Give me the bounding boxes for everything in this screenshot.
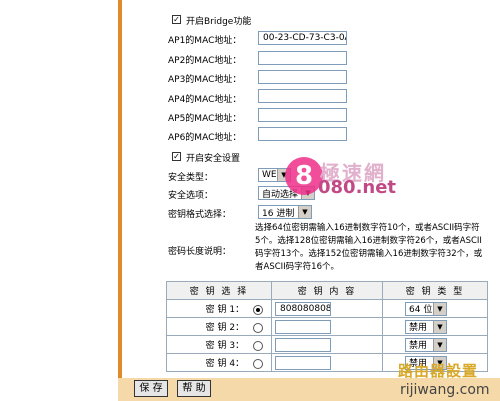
ap5-mac-label: AP5的MAC地址： bbox=[168, 114, 242, 124]
ap2-mac-label: AP2的MAC地址： bbox=[168, 56, 242, 66]
column-header-key-type: 密 钥 类 型 bbox=[382, 281, 488, 300]
key1-content-input[interactable]: 8080808080 bbox=[275, 301, 331, 316]
ap2-mac-input[interactable] bbox=[258, 51, 347, 65]
key1-label: 密 钥 1： bbox=[205, 305, 245, 315]
key-format-label: 密钥格式选择： bbox=[168, 210, 232, 220]
left-blank-area bbox=[0, 0, 118, 401]
ap5-mac-input[interactable] bbox=[258, 108, 347, 122]
key-length-label: 密码长度说明： bbox=[168, 247, 232, 257]
wep-keys-table: 密 钥 选 择 密 钥 内 容 密 钥 类 型 密 钥 1： 808080808… bbox=[166, 281, 488, 372]
security-checkbox-label: 开启安全设置 bbox=[186, 154, 241, 164]
site-brand-text: 路由器設置 bbox=[398, 362, 479, 380]
key1-type-select[interactable]: 64 位 ▼ bbox=[405, 301, 447, 316]
security-type-label: 安全类型： bbox=[168, 173, 214, 183]
key2-type-select[interactable]: 禁用 ▼ bbox=[405, 319, 447, 334]
watermark-domain: 080.net bbox=[318, 177, 397, 198]
site-brand-url: rijiwang.com bbox=[400, 382, 490, 398]
ap1-mac-input[interactable]: 00-23-CD-73-C3-0A bbox=[258, 31, 347, 45]
key-format-value: 16 进制 bbox=[262, 208, 295, 219]
chevron-down-icon: ▼ bbox=[433, 320, 446, 333]
key4-label: 密 钥 4： bbox=[205, 359, 245, 369]
bridge-checkbox-label: 开启Bridge功能 bbox=[186, 17, 252, 27]
security-checkbox[interactable]: ✓ bbox=[172, 152, 181, 161]
key3-radio[interactable] bbox=[253, 340, 263, 351]
column-header-key-select: 密 钥 选 择 bbox=[166, 281, 272, 300]
key3-type-value: 禁用 bbox=[409, 341, 428, 351]
ap4-mac-input[interactable] bbox=[258, 89, 347, 103]
chevron-down-icon: ▼ bbox=[298, 206, 311, 218]
ap3-mac-label: AP3的MAC地址： bbox=[168, 75, 242, 85]
key4-radio[interactable] bbox=[253, 358, 263, 369]
key2-content-input[interactable] bbox=[275, 319, 331, 334]
ap1-mac-label: AP1的MAC地址： bbox=[168, 36, 242, 46]
table-row: 密 钥 1： 8080808080 64 位 ▼ bbox=[166, 299, 488, 318]
security-type-value: WEP bbox=[262, 170, 277, 180]
key3-label: 密 钥 3： bbox=[205, 341, 245, 351]
key3-content-input[interactable] bbox=[275, 337, 331, 352]
key-length-description: 选择64位密钥需输入16进制数字符10个，或者ASCII码字符5个。选择128位… bbox=[255, 223, 483, 272]
table-header-row: 密 钥 选 择 密 钥 内 容 密 钥 类 型 bbox=[166, 281, 488, 300]
key2-label: 密 钥 2： bbox=[205, 323, 245, 333]
chevron-down-icon: ▼ bbox=[433, 338, 446, 351]
key2-radio[interactable] bbox=[253, 322, 263, 333]
key2-type-value: 禁用 bbox=[409, 323, 428, 333]
security-option-label: 安全选项： bbox=[168, 191, 214, 201]
ap6-mac-label: AP6的MAC地址： bbox=[168, 133, 242, 143]
key-format-select[interactable]: 16 进制 ▼ bbox=[258, 205, 312, 219]
ap4-mac-label: AP4的MAC地址： bbox=[168, 95, 242, 105]
key3-type-select[interactable]: 禁用 ▼ bbox=[405, 337, 447, 352]
ap6-mac-input[interactable] bbox=[258, 127, 347, 141]
table-row: 密 钥 2： 禁用 ▼ bbox=[166, 317, 488, 336]
ap3-mac-input[interactable] bbox=[258, 70, 347, 84]
bridge-checkbox[interactable]: ✓ bbox=[172, 15, 181, 24]
chevron-down-icon: ▼ bbox=[433, 302, 446, 315]
help-button[interactable]: 帮 助 bbox=[177, 380, 211, 397]
table-row: 密 钥 3： 禁用 ▼ bbox=[166, 335, 488, 354]
key1-radio[interactable] bbox=[253, 304, 263, 315]
key1-type-value: 64 位 bbox=[409, 305, 433, 315]
column-header-key-content: 密 钥 内 容 bbox=[271, 281, 383, 300]
save-button[interactable]: 保 存 bbox=[134, 380, 168, 397]
key4-content-input[interactable] bbox=[275, 355, 331, 370]
